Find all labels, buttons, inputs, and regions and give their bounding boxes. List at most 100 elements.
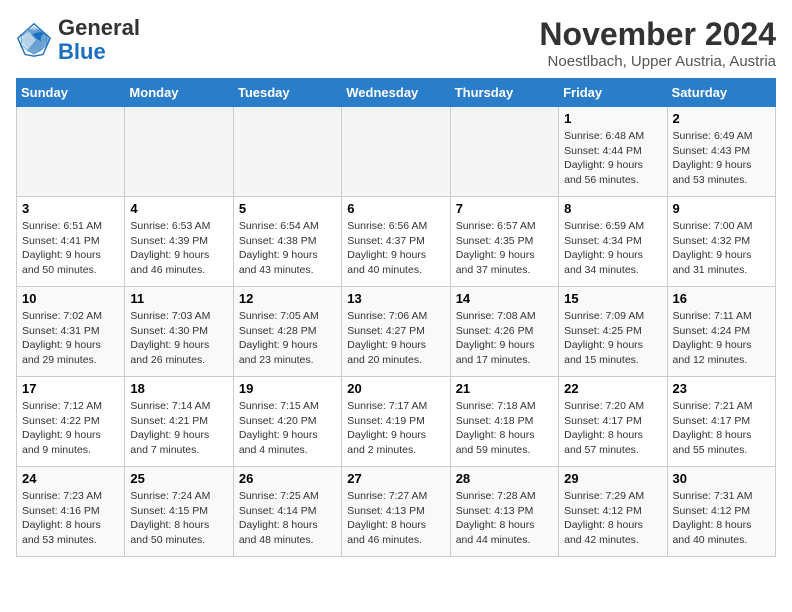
page-header: General Blue November 2024 Noestlbach, U… xyxy=(16,16,776,70)
day-header-sunday: Sunday xyxy=(17,79,125,107)
day-number: 14 xyxy=(456,291,553,306)
day-number: 17 xyxy=(22,381,119,396)
calendar-cell: 4 Sunrise: 6:53 AMSunset: 4:39 PMDaylight… xyxy=(125,197,233,287)
day-number: 4 xyxy=(130,201,227,216)
calendar-cell: 27Sunrise: 7:27 AMSunset: 4:13 PMDayligh… xyxy=(342,467,450,557)
title-block: November 2024 Noestlbach, Upper Austria,… xyxy=(539,16,776,70)
day-number: 25 xyxy=(130,471,227,486)
calendar-cell xyxy=(342,107,450,197)
day-number: 9 xyxy=(673,201,770,216)
calendar-cell xyxy=(450,107,558,197)
calendar-cell: 24Sunrise: 7:23 AMSunset: 4:16 PMDayligh… xyxy=(17,467,125,557)
calendar-cell: 6 Sunrise: 6:56 AMSunset: 4:37 PMDaylight… xyxy=(342,197,450,287)
day-number: 7 xyxy=(456,201,553,216)
calendar-cell: 12 Sunrise: 7:05 AMSunset: 4:28 PMDayligh… xyxy=(233,287,341,377)
calendar-cell: 9 Sunrise: 7:00 AMSunset: 4:32 PMDaylight… xyxy=(667,197,775,287)
day-header-friday: Friday xyxy=(559,79,667,107)
calendar-cell: 23 Sunrise: 7:21 AMSunset: 4:17 PMDayligh… xyxy=(667,377,775,467)
day-info: Sunrise: 7:11 AMSunset: 4:24 PMDaylight:… xyxy=(673,309,770,368)
day-header-wednesday: Wednesday xyxy=(342,79,450,107)
day-number: 1 xyxy=(564,111,661,126)
day-header-saturday: Saturday xyxy=(667,79,775,107)
logo-icon xyxy=(16,22,52,58)
day-info: Sunrise: 7:28 AMSunset: 4:13 PMDaylight:… xyxy=(456,489,553,548)
day-number: 19 xyxy=(239,381,336,396)
calendar-cell xyxy=(233,107,341,197)
days-header-row: SundayMondayTuesdayWednesdayThursdayFrid… xyxy=(17,79,776,107)
day-info: Sunrise: 6:56 AMSunset: 4:37 PMDaylight:… xyxy=(347,219,444,278)
day-info: Sunrise: 7:03 AMSunset: 4:30 PMDaylight:… xyxy=(130,309,227,368)
day-number: 2 xyxy=(673,111,770,126)
day-info: Sunrise: 7:06 AMSunset: 4:27 PMDaylight:… xyxy=(347,309,444,368)
calendar-cell xyxy=(17,107,125,197)
calendar-cell: 10Sunrise: 7:02 AMSunset: 4:31 PMDayligh… xyxy=(17,287,125,377)
day-info: Sunrise: 7:15 AMSunset: 4:20 PMDaylight:… xyxy=(239,399,336,458)
day-info: Sunrise: 6:49 AMSunset: 4:43 PMDaylight:… xyxy=(673,129,770,188)
day-info: Sunrise: 6:53 AMSunset: 4:39 PMDaylight:… xyxy=(130,219,227,278)
calendar-cell: 7 Sunrise: 6:57 AMSunset: 4:35 PMDaylight… xyxy=(450,197,558,287)
day-info: Sunrise: 7:09 AMSunset: 4:25 PMDaylight:… xyxy=(564,309,661,368)
calendar-cell: 20Sunrise: 7:17 AMSunset: 4:19 PMDayligh… xyxy=(342,377,450,467)
day-header-monday: Monday xyxy=(125,79,233,107)
day-number: 24 xyxy=(22,471,119,486)
day-info: Sunrise: 7:00 AMSunset: 4:32 PMDaylight:… xyxy=(673,219,770,278)
calendar-cell: 22 Sunrise: 7:20 AMSunset: 4:17 PMDayligh… xyxy=(559,377,667,467)
day-number: 21 xyxy=(456,381,553,396)
day-number: 10 xyxy=(22,291,119,306)
calendar-cell: 21 Sunrise: 7:18 AMSunset: 4:18 PMDayligh… xyxy=(450,377,558,467)
calendar-cell: 18Sunrise: 7:14 AMSunset: 4:21 PMDayligh… xyxy=(125,377,233,467)
logo-blue: Blue xyxy=(58,39,106,64)
calendar-cell: 19 Sunrise: 7:15 AMSunset: 4:20 PMDayligh… xyxy=(233,377,341,467)
calendar-cell: 14 Sunrise: 7:08 AMSunset: 4:26 PMDayligh… xyxy=(450,287,558,377)
calendar-cell: 3 Sunrise: 6:51 AMSunset: 4:41 PMDaylight… xyxy=(17,197,125,287)
day-info: Sunrise: 7:05 AMSunset: 4:28 PMDaylight:… xyxy=(239,309,336,368)
day-number: 5 xyxy=(239,201,336,216)
day-number: 29 xyxy=(564,471,661,486)
calendar-cell: 2 Sunrise: 6:49 AMSunset: 4:43 PMDaylight… xyxy=(667,107,775,197)
day-number: 3 xyxy=(22,201,119,216)
location: Noestlbach, Upper Austria, Austria xyxy=(539,53,776,70)
day-info: Sunrise: 7:29 AMSunset: 4:12 PMDaylight:… xyxy=(564,489,661,548)
day-info: Sunrise: 7:24 AMSunset: 4:15 PMDaylight:… xyxy=(130,489,227,548)
calendar-table: SundayMondayTuesdayWednesdayThursdayFrid… xyxy=(16,78,776,557)
day-info: Sunrise: 7:20 AMSunset: 4:17 PMDaylight:… xyxy=(564,399,661,458)
day-number: 23 xyxy=(673,381,770,396)
day-info: Sunrise: 6:59 AMSunset: 4:34 PMDaylight:… xyxy=(564,219,661,278)
day-info: Sunrise: 7:08 AMSunset: 4:26 PMDaylight:… xyxy=(456,309,553,368)
day-info: Sunrise: 7:18 AMSunset: 4:18 PMDaylight:… xyxy=(456,399,553,458)
day-info: Sunrise: 7:12 AMSunset: 4:22 PMDaylight:… xyxy=(22,399,119,458)
day-number: 27 xyxy=(347,471,444,486)
day-info: Sunrise: 6:57 AMSunset: 4:35 PMDaylight:… xyxy=(456,219,553,278)
day-number: 28 xyxy=(456,471,553,486)
logo-text: General Blue xyxy=(58,16,140,64)
calendar-cell: 8Sunrise: 6:59 AMSunset: 4:34 PMDaylight… xyxy=(559,197,667,287)
day-header-tuesday: Tuesday xyxy=(233,79,341,107)
day-number: 13 xyxy=(347,291,444,306)
day-number: 12 xyxy=(239,291,336,306)
day-info: Sunrise: 6:54 AMSunset: 4:38 PMDaylight:… xyxy=(239,219,336,278)
calendar-cell: 15 Sunrise: 7:09 AMSunset: 4:25 PMDayligh… xyxy=(559,287,667,377)
day-number: 6 xyxy=(347,201,444,216)
month-title: November 2024 xyxy=(539,16,776,53)
calendar-cell: 30 Sunrise: 7:31 AMSunset: 4:12 PMDayligh… xyxy=(667,467,775,557)
logo: General Blue xyxy=(16,16,140,64)
day-info: Sunrise: 7:17 AMSunset: 4:19 PMDaylight:… xyxy=(347,399,444,458)
day-number: 22 xyxy=(564,381,661,396)
calendar-cell: 1Sunrise: 6:48 AMSunset: 4:44 PMDaylight… xyxy=(559,107,667,197)
week-row-4: 17 Sunrise: 7:12 AMSunset: 4:22 PMDayligh… xyxy=(17,377,776,467)
day-number: 30 xyxy=(673,471,770,486)
day-info: Sunrise: 7:31 AMSunset: 4:12 PMDaylight:… xyxy=(673,489,770,548)
calendar-cell: 11 Sunrise: 7:03 AMSunset: 4:30 PMDayligh… xyxy=(125,287,233,377)
calendar-cell xyxy=(125,107,233,197)
day-info: Sunrise: 7:21 AMSunset: 4:17 PMDaylight:… xyxy=(673,399,770,458)
day-info: Sunrise: 7:14 AMSunset: 4:21 PMDaylight:… xyxy=(130,399,227,458)
day-number: 11 xyxy=(130,291,227,306)
calendar-cell: 29 Sunrise: 7:29 AMSunset: 4:12 PMDayligh… xyxy=(559,467,667,557)
day-number: 15 xyxy=(564,291,661,306)
day-info: Sunrise: 7:25 AMSunset: 4:14 PMDaylight:… xyxy=(239,489,336,548)
calendar-cell: 13 Sunrise: 7:06 AMSunset: 4:27 PMDayligh… xyxy=(342,287,450,377)
day-header-thursday: Thursday xyxy=(450,79,558,107)
day-info: Sunrise: 6:51 AMSunset: 4:41 PMDaylight:… xyxy=(22,219,119,278)
week-row-3: 10Sunrise: 7:02 AMSunset: 4:31 PMDayligh… xyxy=(17,287,776,377)
day-number: 16 xyxy=(673,291,770,306)
